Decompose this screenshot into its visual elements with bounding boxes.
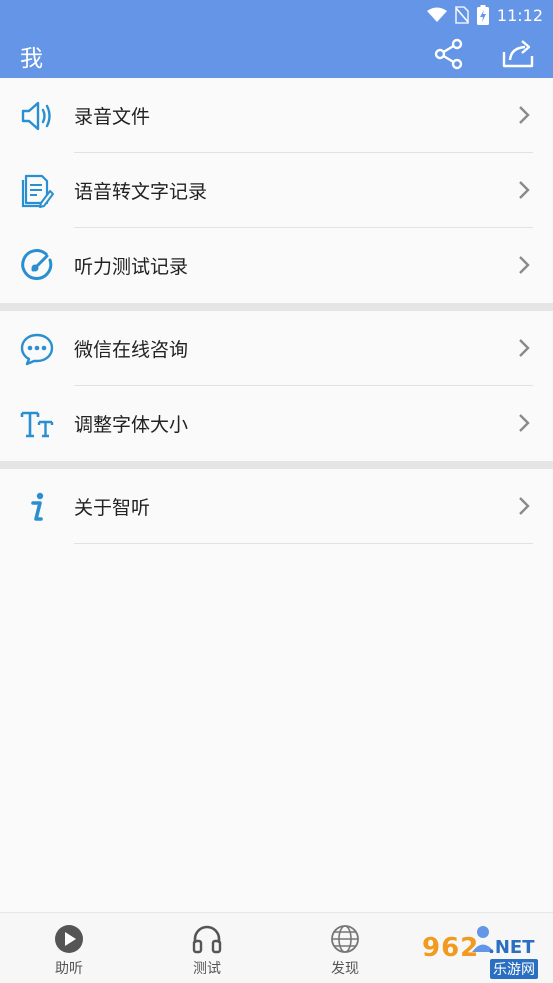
chevron-right-icon (519, 497, 530, 515)
menu-item-hearing-test-records[interactable]: 听力测试记录 (0, 228, 553, 303)
chat-bubble-icon (18, 331, 56, 367)
section-divider (0, 461, 553, 469)
menu-item-recordings[interactable]: 录音文件 (0, 78, 553, 153)
tab-label: 测试 (193, 961, 221, 977)
watermark-number: 962 (422, 933, 480, 963)
menu-item-label: 录音文件 (74, 106, 151, 128)
app-bar: 我 (0, 30, 553, 78)
page-title: 我 (20, 46, 43, 72)
tab-label: 发现 (331, 961, 359, 977)
status-time: 11:12 (496, 5, 543, 25)
document-edit-icon (18, 173, 56, 209)
play-circle-icon (53, 923, 85, 955)
chevron-right-icon (519, 181, 530, 199)
export-icon (502, 40, 534, 68)
menu-item-wechat-consult[interactable]: 微信在线咨询 (0, 311, 553, 386)
chevron-right-icon (519, 106, 530, 124)
wifi-icon (426, 7, 447, 22)
chevron-right-icon (519, 256, 530, 274)
menu-item-label: 调整字体大小 (74, 414, 189, 436)
tab-discover[interactable]: 发现 (276, 913, 414, 983)
watermark-site: 乐游网 (490, 959, 538, 979)
menu-item-label: 语音转文字记录 (74, 181, 208, 203)
menu-item-speech-to-text[interactable]: 语音转文字记录 (0, 153, 553, 228)
chevron-right-icon (519, 414, 530, 432)
tab-hearing-aid[interactable]: 助听 (0, 913, 138, 983)
font-size-icon (18, 406, 56, 442)
share-button[interactable] (431, 36, 467, 72)
tab-label: 助听 (55, 961, 83, 977)
status-bar: 11:12 (0, 0, 553, 30)
share-icon (434, 38, 463, 70)
menu-item-font-size[interactable]: 调整字体大小 (0, 386, 553, 461)
watermark-logo: 962 .NET 乐游网 (418, 925, 546, 981)
globe-icon (329, 923, 361, 955)
menu-item-label: 关于智听 (74, 497, 151, 519)
battery-charging-icon (476, 5, 489, 25)
headphones-icon (191, 923, 223, 955)
export-button[interactable] (500, 36, 536, 72)
menu-item-about[interactable]: 关于智听 (0, 469, 553, 544)
tab-test[interactable]: 测试 (138, 913, 276, 983)
menu-item-label: 微信在线咨询 (74, 339, 189, 361)
watermark-net: .NET (488, 937, 535, 958)
chevron-right-icon (519, 339, 530, 357)
section-divider (0, 303, 553, 311)
gauge-icon (18, 248, 56, 284)
menu-item-label: 听力测试记录 (74, 256, 189, 278)
info-icon (18, 489, 56, 525)
no-sim-icon (455, 6, 469, 24)
menu-list: 录音文件 语音转文字记录 听力测试记录 微信在线咨询 调整字体大小 关于智听 (0, 78, 553, 544)
speaker-icon (18, 98, 56, 134)
divider (74, 543, 533, 544)
